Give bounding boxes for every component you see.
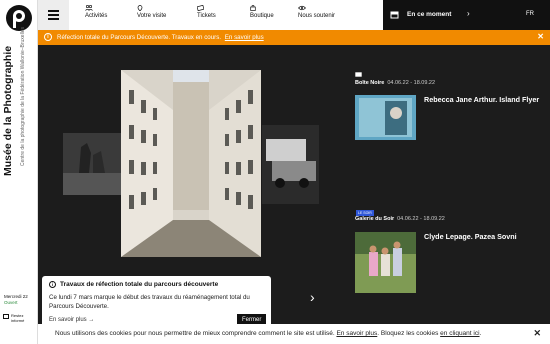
event-venue: Boîte Noire	[355, 80, 385, 86]
info-icon: i	[44, 33, 52, 41]
en-ce-moment-label: En ce moment	[407, 11, 452, 18]
close-icon[interactable]: ✕	[533, 328, 541, 339]
pin-icon	[137, 5, 143, 11]
en-ce-moment-panel[interactable]: En ce moment › FR	[383, 0, 550, 30]
cookie-message-3: .	[479, 330, 482, 337]
nav-activites[interactable]: Activités	[85, 5, 107, 19]
event-thumbnail[interactable]	[355, 95, 416, 140]
close-icon[interactable]: ✕	[537, 32, 544, 41]
cookie-message-2: . Bloquez les cookies	[377, 330, 439, 337]
event-dates: 04.06.22 - 18.09.22	[397, 216, 445, 222]
nav-label: Activités	[85, 13, 108, 19]
mail-icon	[3, 314, 9, 319]
event-card[interactable]: LE SOIR Galerie du Soir 04.06.22 - 18.09…	[355, 210, 517, 293]
event-title[interactable]: Clyde Lepage. Pazea Sovni	[424, 232, 549, 242]
carousel-photo-main[interactable]	[121, 70, 261, 257]
bag-icon	[250, 5, 256, 11]
language-selector[interactable]: FR	[526, 11, 534, 17]
museum-title: Musée de la Photographie	[2, 45, 14, 176]
arrow-right-icon: →	[88, 317, 95, 323]
museum-subtitle: Centre de la photographie de la Fédérati…	[20, 26, 26, 166]
newsletter-label-2: informé	[11, 318, 25, 323]
menu-button[interactable]	[38, 0, 69, 30]
popup-title: Travaux de réfection totale du parcours …	[60, 281, 219, 288]
open-label: Ouvert	[4, 300, 18, 305]
eye-icon	[298, 5, 306, 11]
hamburger-icon	[48, 10, 59, 12]
event-dates: 04.06.22 - 18.09.22	[387, 80, 436, 86]
opening-status: Mercredi 22 Ouvert	[4, 294, 28, 306]
chevron-right-icon[interactable]: ›	[467, 9, 470, 18]
calendar-icon	[390, 11, 399, 19]
cookie-text: Nous utilisons des cookies pour nous per…	[55, 330, 481, 337]
box-icon	[355, 72, 362, 77]
alert-link[interactable]: En savoir plus	[225, 34, 264, 41]
event-title[interactable]: Rebecca Jane Arthur. Island Flyer	[424, 95, 549, 105]
nav-soutenir[interactable]: Nous soutenir	[298, 5, 335, 19]
event-card[interactable]: Boîte Noire 04.06.22 - 18.09.22 Rebecca …	[355, 72, 539, 140]
info-icon: i	[49, 281, 56, 288]
event-thumbnail[interactable]	[355, 232, 416, 293]
le-soir-badge: LE SOIR	[356, 210, 374, 216]
nav-label: Tickets	[197, 13, 216, 19]
cookie-more-link[interactable]: En savoir plus	[336, 330, 377, 337]
nav-label: Boutique	[250, 13, 274, 19]
popup-more-label: En savoir plus	[49, 317, 87, 323]
event-meta-line: Boîte Noire 04.06.22 - 18.09.22	[355, 80, 435, 86]
nav-label: Votre visite	[137, 13, 167, 19]
sidebar: Musée de la Photographie Centre de la ph…	[0, 0, 38, 344]
alert-text: Réfection totale du Parcours Découverte.…	[57, 34, 264, 41]
nav-boutique[interactable]: Boutique	[250, 5, 274, 19]
top-nav: Activités Votre visite Tickets Boutique …	[38, 0, 550, 30]
alert-message: Réfection totale du Parcours Découverte.…	[57, 34, 222, 41]
popup-header: i Travaux de réfection totale du parcour…	[49, 281, 218, 288]
cookie-banner: Nous utilisons des cookies pour nous per…	[38, 324, 550, 344]
carousel-photo-previous[interactable]	[63, 133, 123, 195]
event-meta	[355, 72, 435, 77]
popup-body: Ce lundi 7 mars marque le début des trav…	[49, 294, 250, 310]
nav-visite[interactable]: Votre visite	[137, 5, 166, 19]
alert-banner: i Réfection totale du Parcours Découvert…	[38, 30, 550, 45]
ticket-icon	[197, 5, 204, 11]
event-venue: Galerie du Soir	[355, 216, 395, 222]
nav-label: Nous soutenir	[298, 13, 336, 19]
carousel-photo-next[interactable]	[262, 125, 319, 204]
cookie-message: Nous utilisons des cookies pour nous per…	[55, 330, 335, 337]
newsletter-link[interactable]: Restez informé	[3, 313, 24, 323]
event-meta-line: Galerie du Soir 04.06.22 - 18.09.22	[355, 216, 445, 222]
carousel-next-arrow[interactable]: ›	[310, 289, 315, 305]
popup-more-link[interactable]: En savoir plus →	[49, 317, 94, 323]
cookie-block-link[interactable]: en cliquant ici	[440, 330, 479, 337]
nav-tickets[interactable]: Tickets	[197, 5, 216, 19]
people-icon	[85, 5, 93, 11]
